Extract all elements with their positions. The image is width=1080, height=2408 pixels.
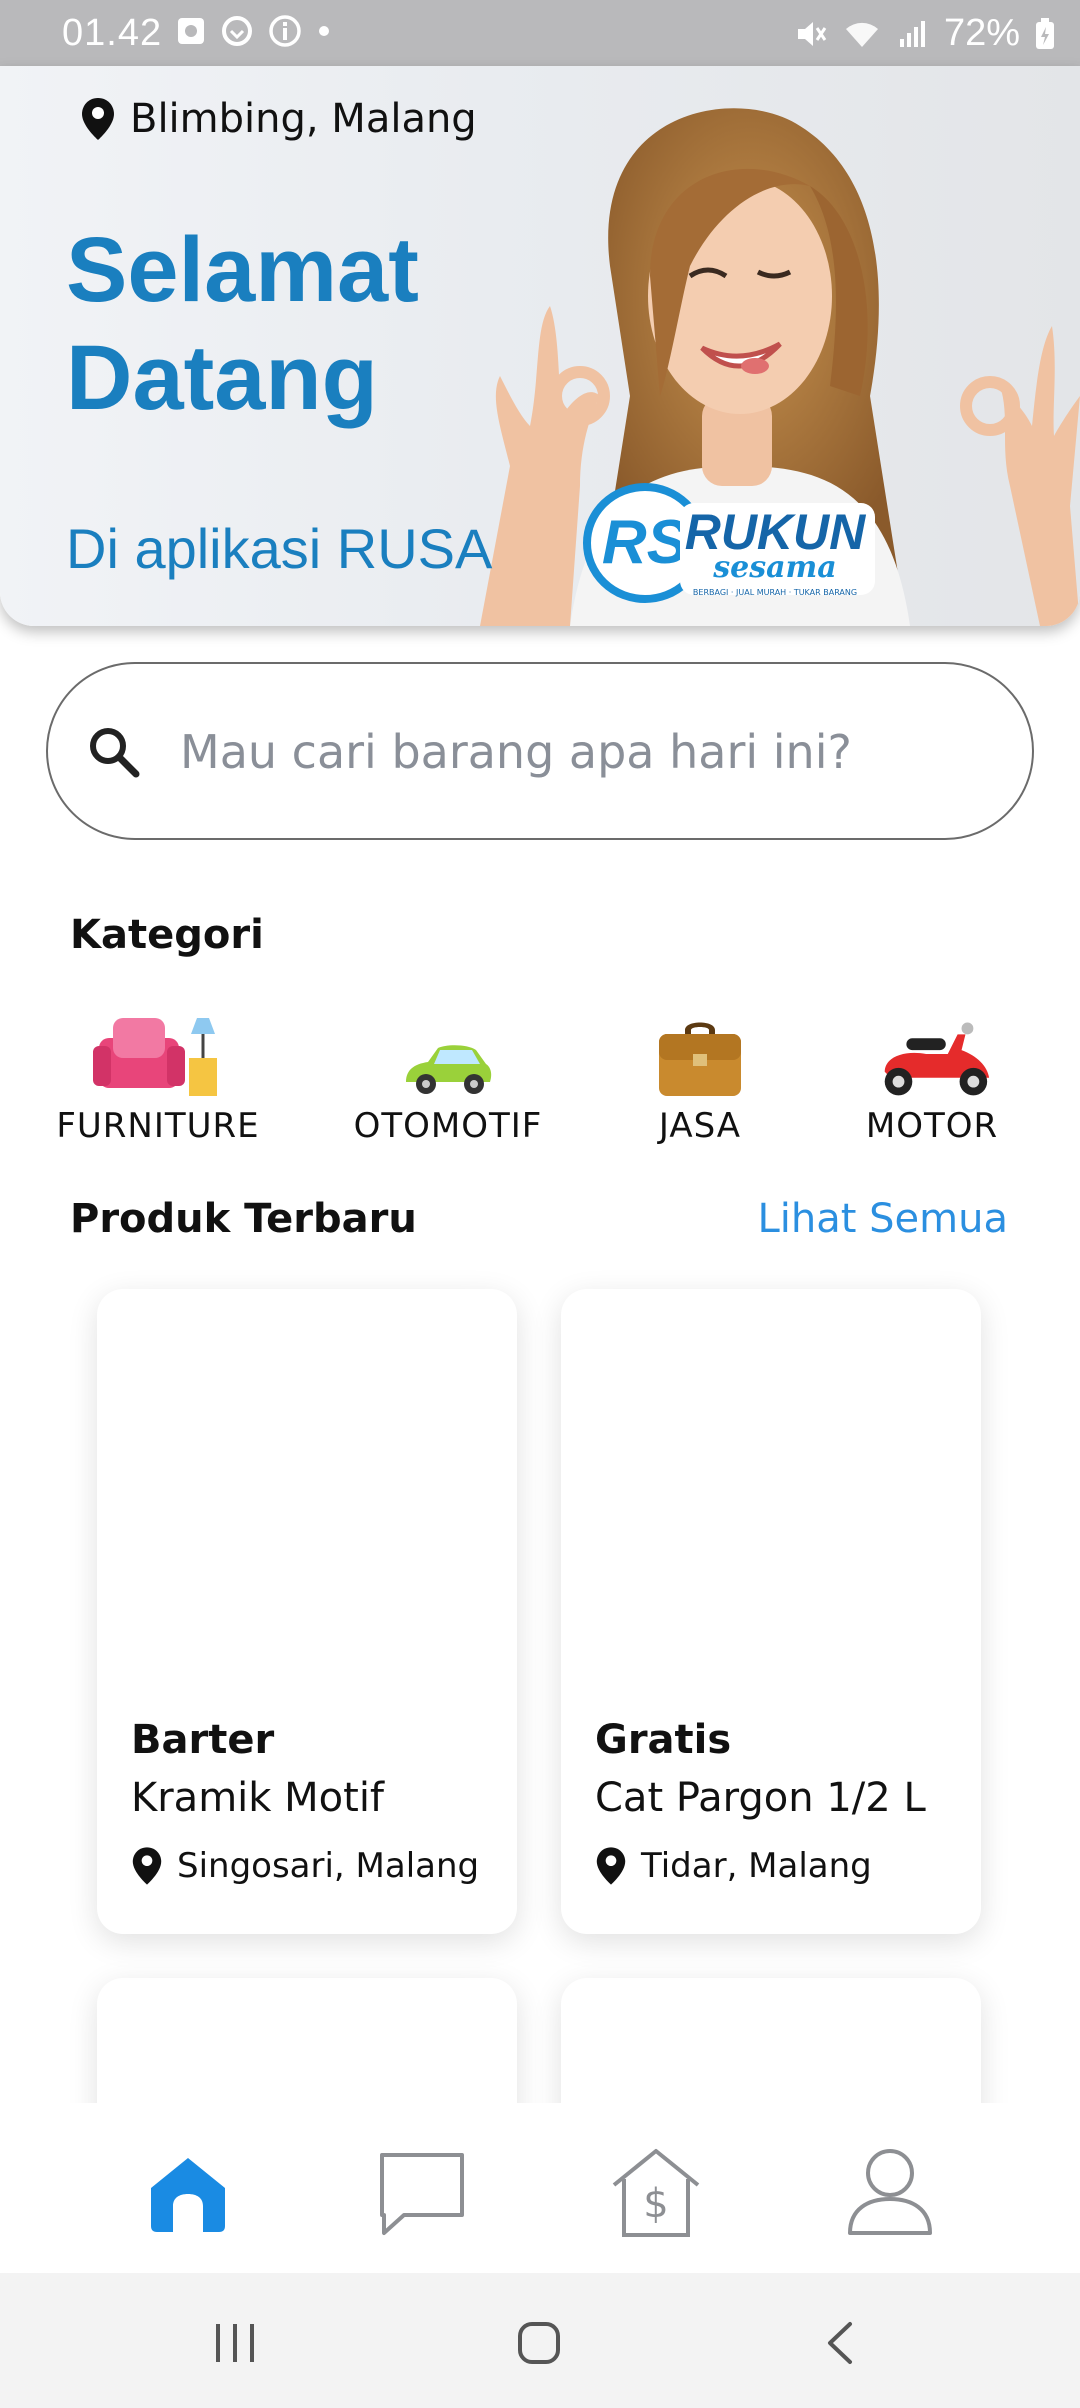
search-input[interactable]: [180, 712, 980, 792]
svg-text:sesama: sesama: [712, 550, 837, 585]
home-icon: [151, 2158, 225, 2232]
nav-chat[interactable]: [372, 2143, 472, 2243]
product-card[interactable]: Barter Kramik Motif Singosari, Malang: [97, 1289, 517, 1934]
back-button[interactable]: [806, 2313, 876, 2373]
category-otomotif[interactable]: OTOMOTIF: [354, 1000, 541, 1146]
wifi-icon: [845, 22, 878, 47]
see-all-link[interactable]: Lihat Semua: [758, 1196, 1009, 1242]
category-jasa[interactable]: JASA: [620, 1000, 780, 1146]
latest-products-heading: Produk Terbaru: [70, 1196, 417, 1242]
status-system-icons: 72%: [794, 12, 1056, 55]
category-motor[interactable]: MOTOR: [852, 1000, 1012, 1146]
location-pin-icon: [82, 98, 114, 140]
location-label: Blimbing, Malang: [130, 96, 477, 142]
product-card[interactable]: Gratis Cat Pargon 1/2 L Tidar, Malang: [561, 1289, 981, 1934]
svg-text:$: $: [643, 2181, 668, 2227]
location-pin-icon: [132, 1847, 162, 1885]
product-name: Cat Pargon 1/2 L: [595, 1775, 926, 1821]
status-time: 01.42: [62, 12, 163, 54]
categories-heading: Kategori: [70, 912, 264, 958]
system-navigation-bar: [0, 2273, 1080, 2408]
info-notification-icon: [269, 15, 301, 47]
category-furniture[interactable]: FURNITURE: [56, 1000, 259, 1146]
sell-house-icon: $: [612, 2149, 700, 2237]
nav-sell[interactable]: $: [606, 2143, 706, 2243]
product-name: Kramik Motif: [131, 1775, 385, 1821]
product-type: Gratis: [595, 1717, 732, 1763]
recent-apps-button[interactable]: [200, 2313, 270, 2373]
bottom-navigation: $: [0, 2103, 1080, 2273]
gallery-notification-icon: [178, 18, 204, 44]
svg-text:RS: RS: [602, 508, 688, 577]
more-notifications-dot-icon: [319, 26, 329, 36]
car-icon: [383, 1000, 513, 1100]
search-icon: [90, 728, 140, 778]
battery-percent: 72%: [943, 12, 1020, 54]
scooter-icon: [867, 1000, 997, 1100]
sync-notification-icon: [222, 16, 252, 46]
recent-apps-icon: [216, 2324, 254, 2362]
back-icon: [828, 2322, 852, 2364]
nav-profile[interactable]: [840, 2143, 940, 2243]
profile-icon: [848, 2149, 932, 2235]
product-type: Barter: [131, 1717, 275, 1763]
briefcase-icon: [635, 1000, 765, 1100]
category-label: OTOMOTIF: [353, 1106, 543, 1146]
welcome-title: Selamat Datang: [66, 219, 419, 429]
current-location[interactable]: Blimbing, Malang: [80, 96, 477, 142]
furniture-icon: [93, 1000, 223, 1100]
rukun-sesama-logo: RS RUKUN sesama BERBAGI · JUAL MURAH · T…: [583, 483, 875, 603]
welcome-banner: Blimbing, Malang Selamat Datang Di aplik…: [0, 66, 1080, 626]
home-system-button[interactable]: [504, 2313, 574, 2373]
category-label: MOTOR: [865, 1106, 999, 1146]
chat-icon: [380, 2153, 464, 2235]
svg-text:BERBAGI · JUAL MURAH · TUKAR B: BERBAGI · JUAL MURAH · TUKAR BARANG: [693, 588, 857, 597]
category-label: FURNITURE: [56, 1106, 260, 1146]
mute-icon: [797, 21, 827, 46]
category-label: JASA: [658, 1106, 742, 1146]
search-bar[interactable]: [46, 662, 1034, 840]
home-circle-icon: [518, 2322, 560, 2364]
location-pin-icon: [596, 1847, 626, 1885]
status-notification-icons: [176, 14, 332, 48]
product-location: Tidar, Malang: [595, 1845, 872, 1887]
signal-icon: [899, 20, 925, 47]
battery-icon: [1036, 17, 1054, 49]
welcome-subtitle: Di aplikasi RUSA: [66, 517, 493, 580]
status-bar: 01.42 72%: [0, 0, 1080, 66]
nav-home[interactable]: [138, 2143, 238, 2243]
product-location: Singosari, Malang: [131, 1845, 479, 1887]
